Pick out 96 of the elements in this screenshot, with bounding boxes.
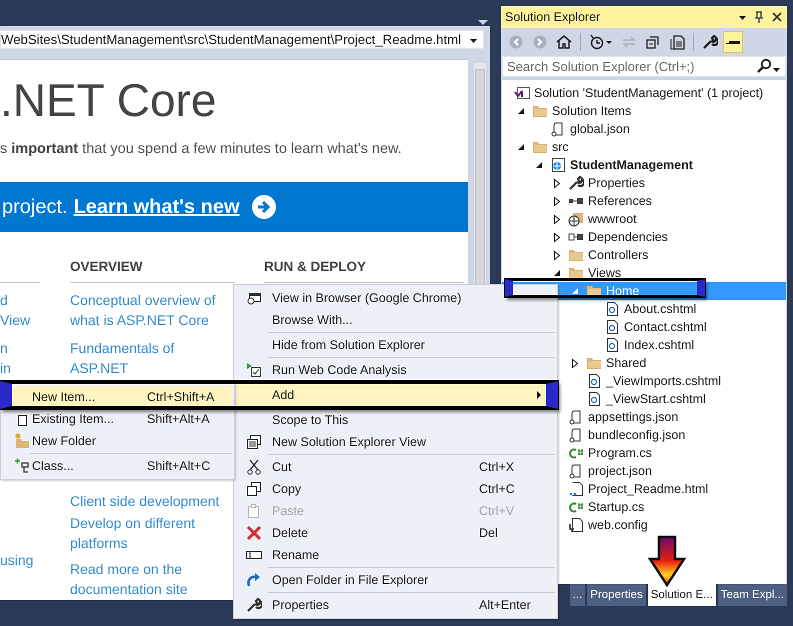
expanded-arrow-icon[interactable]	[517, 143, 525, 151]
panel-tab[interactable]: Solution E...	[648, 584, 716, 606]
shortcut-text: Ctrl+C	[479, 482, 516, 496]
tree-item[interactable]: global.json	[502, 120, 786, 138]
wrench-icon	[568, 175, 584, 191]
folder-icon	[568, 265, 584, 281]
browser-window-icon	[246, 290, 262, 306]
collapsed-arrow-icon[interactable]	[553, 232, 561, 242]
config-file-icon	[568, 517, 584, 533]
folder-icon	[586, 355, 602, 371]
web-file-icon	[586, 391, 602, 407]
preview-icon	[726, 40, 740, 44]
menu-item[interactable]: New Folder	[11, 430, 232, 452]
folder-icon	[532, 103, 548, 119]
shortcut-text: Shift+Alt+C	[147, 459, 212, 473]
solution-icon	[514, 85, 530, 101]
panel-tab[interactable]: Properties	[587, 584, 646, 606]
folder-icon	[568, 247, 584, 263]
menu-item[interactable]: New Item... Ctrl+Shift+A	[11, 386, 232, 408]
tree-item[interactable]: src	[502, 138, 786, 156]
wrench-icon	[702, 34, 718, 50]
windows-icon	[246, 434, 262, 450]
collapsed-arrow-icon[interactable]	[553, 196, 561, 206]
search-field[interactable]: Search Solution Explorer (Ctrl+;)	[502, 56, 786, 77]
tree-item[interactable]: Solution Items	[502, 102, 786, 120]
checkbox-flag-icon	[246, 362, 262, 378]
tree-item[interactable]: Controllers	[502, 246, 786, 264]
arrow-annotation	[648, 535, 686, 587]
scissors-icon	[246, 459, 262, 475]
dropdown-icon[interactable]	[738, 14, 747, 20]
web-file-icon	[586, 373, 602, 389]
class-icon	[14, 458, 30, 474]
expanded-arrow-icon[interactable]	[517, 107, 525, 115]
panel-tab[interactable]: Team Expl...	[718, 584, 787, 606]
new-folder-icon	[14, 433, 30, 449]
tree-item[interactable]: References	[502, 192, 786, 210]
show-all-files-icon	[669, 34, 685, 50]
back-icon	[508, 34, 524, 50]
globe-folder-icon	[568, 211, 584, 227]
dropdown-icon[interactable]	[772, 66, 781, 72]
menu-item[interactable]: Rename	[236, 544, 545, 566]
home-icon	[556, 34, 572, 50]
web-project-icon	[550, 157, 566, 173]
html-file-icon	[568, 481, 584, 497]
history-icon	[589, 34, 613, 50]
collapse-all-icon	[645, 34, 661, 50]
copy-icon	[246, 481, 262, 497]
collapsed-arrow-icon[interactable]	[553, 178, 561, 188]
forward-icon	[532, 34, 548, 50]
tree-item[interactable]: wwwroot	[502, 210, 786, 228]
preview-button[interactable]	[723, 31, 743, 53]
web-file-icon	[604, 337, 620, 353]
menu-item[interactable]: Existing Item... Shift+Alt+A	[11, 408, 232, 430]
curved-arrow-icon	[246, 572, 262, 588]
arrow-circle-icon	[252, 195, 276, 219]
tree-item[interactable]: Views	[502, 264, 786, 282]
panel-tab[interactable]: ...	[570, 584, 586, 606]
shortcut-text: Alt+Enter	[479, 598, 532, 612]
column-heading: OVERVIEW	[70, 259, 143, 274]
tree-item[interactable]: Properties	[502, 174, 786, 192]
folder-icon	[532, 139, 548, 155]
learn-link[interactable]: Learn what's new	[74, 196, 240, 218]
collapsed-arrow-icon[interactable]	[553, 214, 561, 224]
menu-item[interactable]: Class... Shift+Alt+C	[11, 455, 232, 477]
menu-item[interactable]: Copy Ctrl+C	[236, 478, 545, 500]
page-heading: .NET Core	[0, 74, 218, 126]
sync-icon	[621, 34, 637, 50]
delete-icon	[246, 525, 262, 541]
intro-text: s important that you spend a few minutes to learn what's new.	[0, 140, 403, 158]
menu-item[interactable]: Open Folder in File Explorer	[236, 569, 545, 591]
web-file-icon	[604, 301, 620, 317]
search-icon[interactable]	[757, 58, 772, 72]
shortcut-text: Shift+Alt+A	[147, 412, 211, 426]
banner-text: project.	[2, 196, 68, 218]
column-heading: RUN & DEPLOY	[264, 259, 366, 274]
tree-item[interactable]: StudentManagement	[502, 156, 786, 174]
web-file-icon	[604, 319, 620, 335]
dropdown-icon[interactable]	[469, 36, 478, 44]
panel-title: Solution Explorer	[505, 10, 600, 24]
menu-item[interactable]: Add	[236, 384, 545, 406]
expanded-arrow-icon[interactable]	[535, 161, 543, 169]
collapsed-arrow-icon[interactable]	[553, 250, 561, 260]
wrench-icon	[246, 597, 262, 613]
menu-item[interactable]: Properties Alt+Enter	[236, 594, 545, 616]
clipboard-icon	[246, 503, 262, 519]
shortcut-text: Ctrl+X	[479, 460, 516, 474]
tree-item[interactable]: Solution 'StudentManagement' (1 project)	[502, 84, 786, 102]
close-icon[interactable]	[771, 11, 783, 23]
collapsed-arrow-icon[interactable]	[571, 358, 579, 368]
tree-item[interactable]: Dependencies	[502, 228, 786, 246]
expanded-arrow-icon[interactable]	[553, 269, 561, 277]
shortcut-text: Ctrl+V	[479, 504, 516, 518]
shortcut-text: Ctrl+Shift+A	[147, 390, 216, 404]
pin-icon[interactable]	[753, 10, 765, 24]
address-field[interactable]: WebSites\StudentManagement\src\StudentManagement\Project_Readme.html	[0, 30, 484, 49]
shortcut-text: Del	[479, 526, 499, 540]
